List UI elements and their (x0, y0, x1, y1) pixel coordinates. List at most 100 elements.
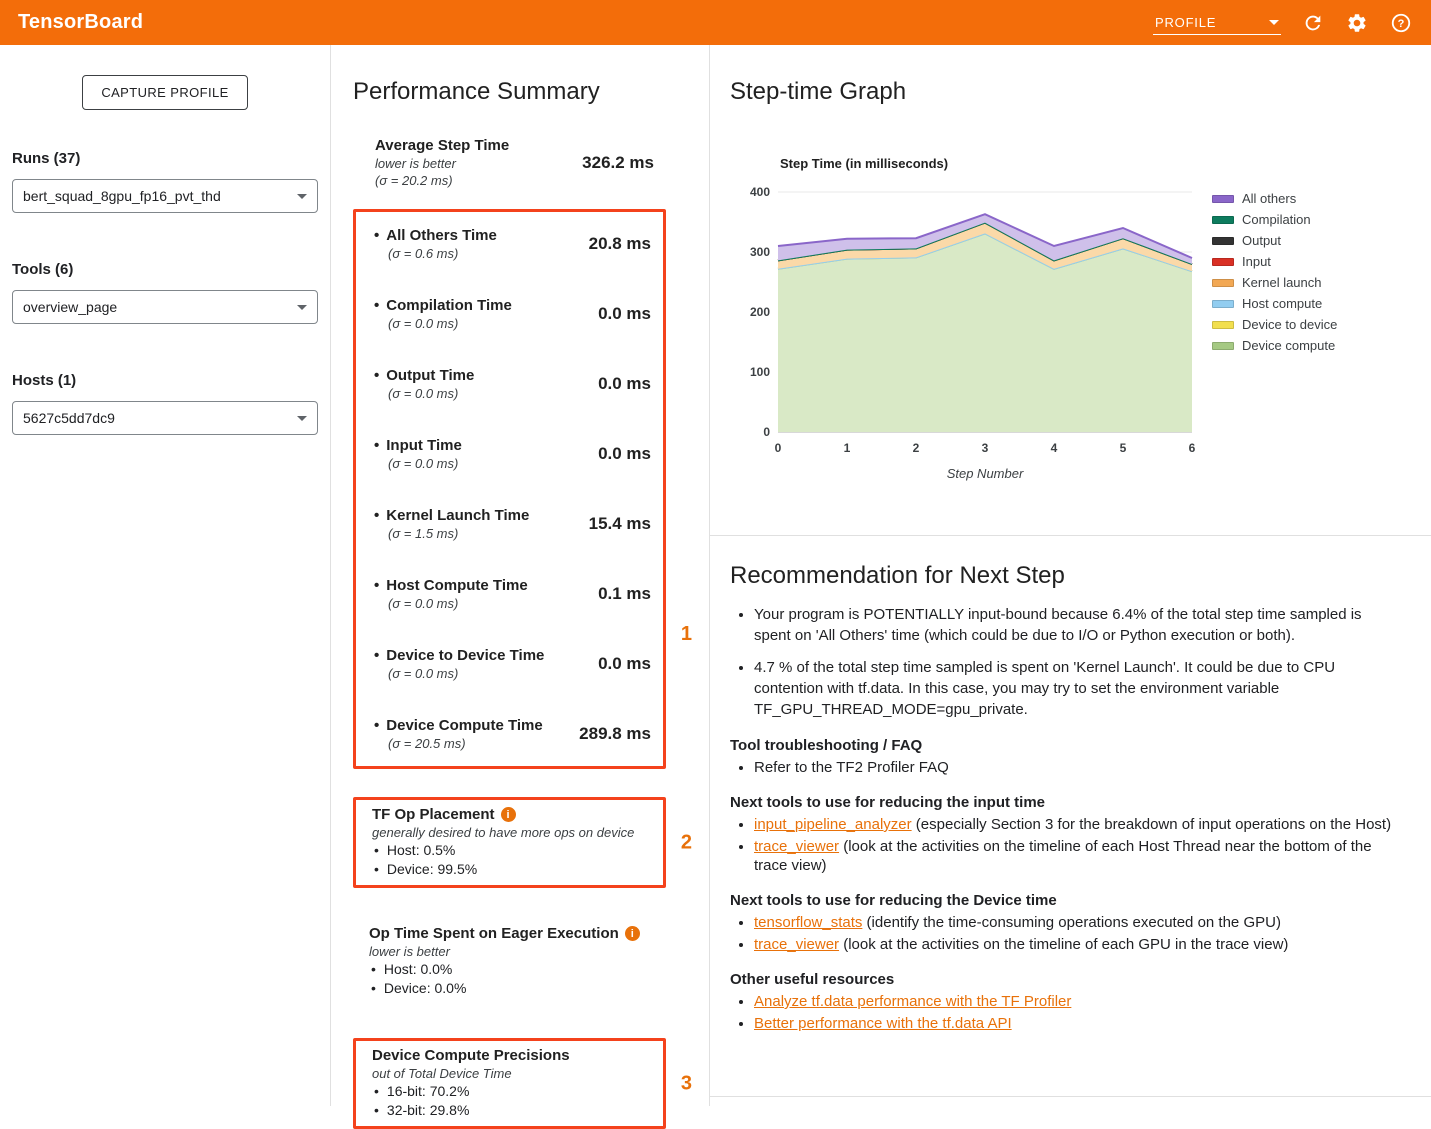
section-heading-resources: Other useful resources (730, 971, 1401, 988)
annotation-number-1: 1 (681, 623, 692, 646)
info-icon[interactable] (625, 926, 640, 941)
metric-label: Device Compute Time (374, 716, 543, 735)
section-heading-input-time: Next tools to use for reducing the input… (730, 794, 1401, 811)
dashboard-select[interactable]: PROFILE (1153, 11, 1281, 35)
metric-sigma: (σ = 20.2 ms) (375, 172, 509, 189)
metric-value: 289.8 ms (579, 724, 651, 744)
list-item: Refer to the TF2 Profiler FAQ (754, 758, 1401, 777)
metric-value: 0.0 ms (598, 654, 651, 674)
link-tfdata-api[interactable]: Better performance with the tf.data API (754, 1015, 1012, 1032)
chevron-down-icon (297, 194, 307, 199)
eager-execution-title: Op Time Spent on Eager Execution (369, 924, 619, 943)
hosts-select[interactable]: 5627c5dd7dc9 (12, 401, 318, 435)
metric-row: All Others Time (σ = 0.6 ms) 20.8 ms (356, 226, 663, 262)
capture-profile-button[interactable]: CAPTURE PROFILE (82, 75, 247, 110)
metric-label: Kernel Launch Time (374, 506, 529, 525)
svg-text:0: 0 (775, 441, 782, 455)
right-panel: Step-time Graph Step Time (in millisecon… (710, 45, 1431, 1106)
refresh-icon (1302, 12, 1324, 34)
annotation-number-3: 3 (681, 1072, 692, 1095)
metric-sigma: (σ = 0.0 ms) (374, 385, 474, 402)
legend-item: Host compute (1212, 293, 1337, 314)
list-item: Better performance with the tf.data API (754, 1014, 1401, 1033)
svg-text:3: 3 (982, 441, 989, 455)
section-list: tensorflow_stats (identify the time-cons… (730, 913, 1401, 954)
list-item-text: (look at the activities on the timeline … (839, 936, 1288, 953)
metric-value: 0.1 ms (598, 584, 651, 604)
metric-value: 15.4 ms (589, 514, 651, 534)
refresh-button[interactable] (1301, 11, 1325, 35)
recommendation-section: Recommendation for Next Step Your progra… (710, 536, 1431, 1097)
legend-label: Device to device (1242, 317, 1337, 332)
section-heading-device-time: Next tools to use for reducing the Devic… (730, 892, 1401, 909)
chart-title: Step Time (in milliseconds) (780, 156, 1411, 171)
legend-label: Output (1242, 233, 1281, 248)
metric-label: Average Step Time (375, 136, 509, 155)
legend-label: Host compute (1242, 296, 1322, 311)
legend-label: All others (1242, 191, 1296, 206)
legend-swatch (1212, 237, 1234, 245)
runs-select[interactable]: bert_squad_8gpu_fp16_pvt_thd (12, 179, 318, 213)
section-list: Analyze tf.data performance with the TF … (730, 992, 1401, 1033)
metric-sigma: (σ = 0.0 ms) (374, 665, 544, 682)
svg-text:4: 4 (1051, 441, 1058, 455)
svg-text:1: 1 (844, 441, 851, 455)
svg-text:100: 100 (750, 365, 770, 379)
device-compute-precisions-box: Device Compute Precisions out of Total D… (353, 1038, 666, 1129)
legend-label: Compilation (1242, 212, 1311, 227)
runs-label: Runs (37) (12, 150, 318, 167)
device-compute-precisions-title: Device Compute Precisions (372, 1046, 570, 1065)
link-trace-viewer-host[interactable]: trace_viewer (754, 838, 839, 855)
section-list: input_pipeline_analyzer (especially Sect… (730, 815, 1401, 875)
metric-sigma: (σ = 0.6 ms) (374, 245, 497, 262)
precision-32bit-value: 32-bit: 29.8% (372, 1101, 653, 1120)
gear-icon (1346, 12, 1368, 34)
list-item: trace_viewer (look at the activities on … (754, 935, 1401, 954)
svg-text:?: ? (1398, 18, 1405, 30)
step-time-breakdown-box: All Others Time (σ = 0.6 ms) 20.8 ms Com… (353, 209, 666, 769)
list-item: trace_viewer (look at the activities on … (754, 837, 1401, 875)
metric-row: Device to Device Time (σ = 0.0 ms) 0.0 m… (356, 646, 663, 682)
step-time-graph-section: Step-time Graph Step Time (in millisecon… (710, 45, 1431, 536)
link-trace-viewer-gpu[interactable]: trace_viewer (754, 936, 839, 953)
metric-row: Device Compute Time (σ = 20.5 ms) 289.8 … (356, 716, 663, 752)
list-item: tensorflow_stats (identify the time-cons… (754, 913, 1401, 932)
recommendation-bullet: Your program is POTENTIALLY input-bound … (754, 604, 1401, 646)
help-button[interactable]: ? (1389, 11, 1413, 35)
metric-label: Input Time (374, 436, 462, 455)
metric-label: Host Compute Time (374, 576, 528, 595)
link-tensorflow-stats[interactable]: tensorflow_stats (754, 914, 862, 931)
metric-sigma: (σ = 0.0 ms) (374, 315, 512, 332)
metric-sigma: (σ = 0.0 ms) (374, 455, 462, 472)
metric-value: 0.0 ms (598, 304, 651, 324)
legend-item: Compilation (1212, 209, 1337, 230)
metric-value: 20.8 ms (589, 234, 651, 254)
legend-swatch (1212, 279, 1234, 287)
settings-button[interactable] (1345, 11, 1369, 35)
average-step-time-row: Average Step Time lower is better (σ = 2… (353, 136, 666, 189)
legend-swatch (1212, 216, 1234, 224)
app-header: TensorBoard PROFILE ? (0, 0, 1431, 45)
metric-label: Compilation Time (374, 296, 512, 315)
annotation-number-2: 2 (681, 831, 692, 854)
hosts-label: Hosts (1) (12, 372, 318, 389)
legend-swatch (1212, 195, 1234, 203)
section-list: Refer to the TF2 Profiler FAQ (730, 758, 1401, 777)
metric-label: All Others Time (374, 226, 497, 245)
section-heading-faq: Tool troubleshooting / FAQ (730, 737, 1401, 754)
runs-select-value: bert_squad_8gpu_fp16_pvt_thd (23, 188, 221, 204)
link-tfdata-performance[interactable]: Analyze tf.data performance with the TF … (754, 993, 1071, 1010)
info-icon[interactable] (501, 807, 516, 822)
list-item: input_pipeline_analyzer (especially Sect… (754, 815, 1401, 834)
chart-area: 01002003004000123456Step Number All othe… (730, 178, 1411, 488)
link-input-pipeline-analyzer[interactable]: input_pipeline_analyzer (754, 816, 912, 833)
metric-sigma: (σ = 1.5 ms) (374, 525, 529, 542)
annotated-region-1: All Others Time (σ = 0.6 ms) 20.8 ms Com… (353, 209, 666, 769)
tf-op-host-value: Host: 0.5% (372, 841, 653, 860)
svg-text:400: 400 (750, 185, 770, 199)
tools-select[interactable]: overview_page (12, 290, 318, 324)
svg-text:5: 5 (1120, 441, 1127, 455)
performance-summary-panel: Performance Summary Average Step Time lo… (331, 45, 710, 1106)
annotated-region-2: TF Op Placement generally desired to hav… (353, 797, 666, 888)
eager-host-value: Host: 0.0% (369, 960, 656, 979)
